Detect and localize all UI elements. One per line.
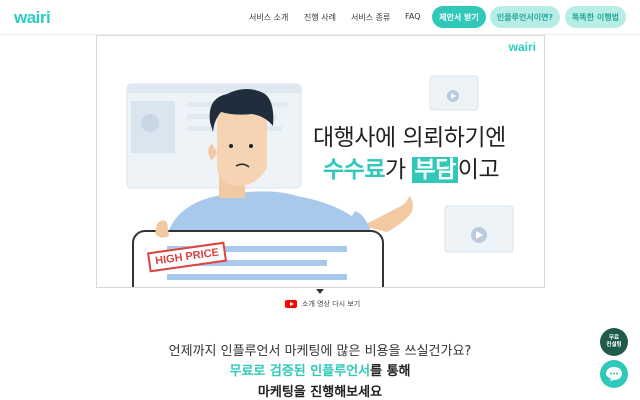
consulting-label-1: 무료 — [608, 335, 620, 342]
proposal-button[interactable]: 제안서 받기 — [432, 6, 486, 28]
chat-icon — [606, 367, 622, 381]
headline-commission: 수수료 — [323, 157, 385, 183]
replay-video-label: 소개 영상 다시 보기 — [302, 300, 361, 308]
nav-case-studies[interactable]: 진행 사례 — [304, 12, 336, 23]
influencer-button[interactable]: 인플루언서이면? — [490, 6, 560, 28]
intro-question: 언제까지 인플루언서 마케팅에 많은 비용을 쓰실건가요? — [168, 344, 472, 359]
headline-connector: 가 — [384, 157, 413, 183]
replay-video-link[interactable]: 소개 영상 다시 보기 — [285, 299, 360, 309]
headline-end: 이고 — [457, 157, 500, 183]
video-window-right — [444, 205, 514, 253]
intro-line-2: 무료로 검증된 인플루언서를 통해 — [0, 360, 640, 379]
site-logo[interactable]: wairi — [14, 8, 51, 28]
intro-through: 를 통해 — [370, 364, 411, 379]
nav-service-types[interactable]: 서비스 종류 — [351, 12, 390, 23]
youtube-icon — [285, 300, 297, 308]
nav-faq[interactable]: FAQ — [405, 12, 421, 21]
intro-line-3: 마케팅을 진행해보세요 — [257, 385, 383, 400]
chat-button[interactable] — [600, 360, 628, 388]
video-headline-2: 수수료가 부담이고 — [323, 150, 500, 184]
site-header: wairi 서비스 소개 진행 사례 서비스 종류 FAQ 제안서 받기 인플루… — [0, 0, 640, 35]
intro-verified-influencer: 무료로 검증된 인플루언서 — [229, 364, 371, 379]
headline-burden: 부담 — [412, 157, 458, 183]
video-window-top — [429, 75, 479, 111]
browser-window-left — [126, 83, 302, 189]
intro-video[interactable]: wairi HIGH PRICE 대행사에 의뢰하기엔 수수료가 부담이고 — [96, 35, 545, 288]
consulting-label-2: 컨설팅 — [606, 342, 622, 348]
video-headline-1: 대행사에 의뢰하기엔 — [313, 125, 506, 151]
usage-guide-button[interactable]: 똑똑한 이행법 — [565, 6, 626, 28]
nav-service-intro[interactable]: 서비스 소개 — [249, 12, 288, 23]
chevron-down-icon[interactable] — [316, 289, 324, 294]
free-consulting-button[interactable]: 무료 컨설팅 — [600, 328, 628, 356]
